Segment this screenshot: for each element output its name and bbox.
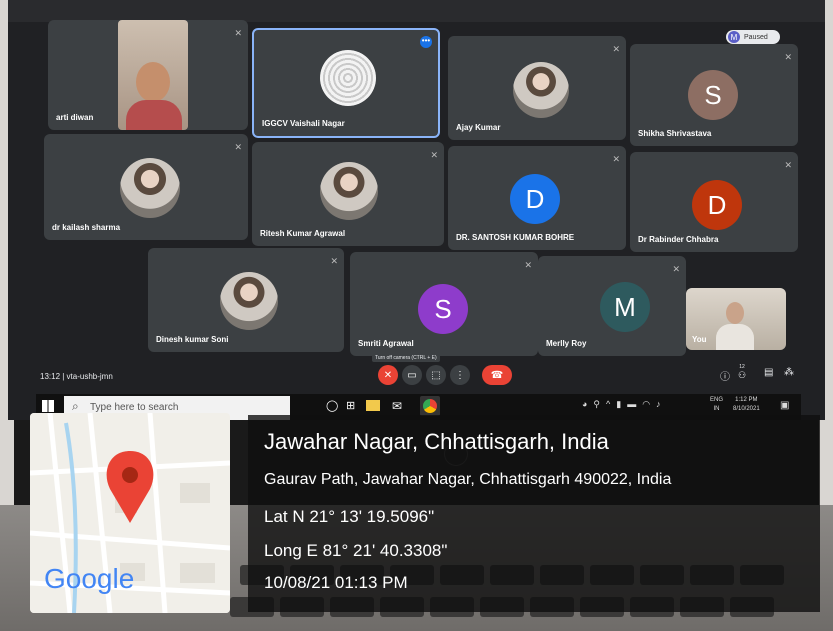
participant-tile[interactable]: Ritesh Kumar Agrawal ✕ bbox=[252, 142, 444, 246]
language-indicator[interactable]: ENG IN bbox=[710, 396, 723, 414]
info-icon[interactable]: ⓘ bbox=[720, 368, 730, 383]
participant-video bbox=[118, 20, 188, 130]
folder-icon[interactable] bbox=[366, 400, 380, 411]
participant-name: Smriti Agrawal bbox=[358, 339, 414, 348]
participant-name: Ritesh Kumar Agrawal bbox=[260, 229, 346, 238]
mic-off-icon: ✕ bbox=[430, 150, 438, 160]
mic-off-icon: ✕ bbox=[672, 264, 680, 274]
clock-time: 1:12 PM bbox=[735, 397, 758, 403]
participant-avatar: D bbox=[692, 180, 742, 230]
tooltip: Turn off camera (CTRL + E) bbox=[372, 354, 440, 362]
participant-tile[interactable]: S Shikha Shrivastava ✕ bbox=[630, 44, 798, 146]
end-call-button[interactable]: ☎ bbox=[482, 365, 512, 385]
participant-name: Shikha Shrivastava bbox=[638, 129, 712, 138]
participant-name: Dinesh kumar Soni bbox=[156, 335, 229, 344]
mic-off-icon: ✕ bbox=[784, 160, 792, 170]
mic-off-button[interactable]: ✕ bbox=[378, 365, 398, 385]
location-place: Jawahar Nagar, Chhattisgarh, India bbox=[264, 429, 609, 454]
profile-label: Paused bbox=[744, 33, 768, 41]
participant-tile[interactable]: D DR. SANTOSH KUMAR BOHRE ✕ bbox=[448, 146, 626, 250]
clock[interactable]: 1:12 PM 8/10/2021 bbox=[733, 396, 760, 414]
participant-name: DR. SANTOSH KUMAR BOHRE bbox=[456, 233, 575, 242]
widgets-icon[interactable]: ⊞ bbox=[346, 399, 355, 412]
notification-icon[interactable]: ▣ bbox=[780, 400, 789, 411]
search-icon: ⌕ bbox=[72, 399, 79, 413]
participant-tile[interactable]: Ajay Kumar ✕ bbox=[448, 36, 626, 140]
tray-icons[interactable]: ◕⚲^▮▬◠♪ bbox=[582, 399, 667, 410]
profile-avatar: M bbox=[728, 31, 740, 43]
participant-name: Dr Rabinder Chhabra bbox=[638, 235, 719, 244]
participant-name: Ajay Kumar bbox=[456, 123, 501, 132]
mic-off-icon: ✕ bbox=[234, 142, 242, 152]
more-options-icon[interactable]: ⋮ bbox=[450, 365, 470, 385]
more-options-icon[interactable]: ••• bbox=[420, 36, 432, 48]
participant-photo bbox=[513, 62, 569, 118]
participant-photo bbox=[120, 158, 180, 218]
participant-photo bbox=[220, 272, 278, 330]
location-address: Gaurav Path, Jawahar Nagar, Chhattisgarh… bbox=[264, 471, 672, 488]
mic-off-icon: ✕ bbox=[612, 154, 620, 164]
mic-off-icon: ✕ bbox=[524, 260, 532, 270]
participant-tile[interactable]: M Merlly Roy ✕ bbox=[538, 256, 686, 356]
search-placeholder: Type here to search bbox=[90, 402, 179, 413]
mail-icon[interactable]: ✉ bbox=[392, 399, 402, 413]
participant-avatar: M bbox=[600, 282, 650, 332]
participant-name: You bbox=[692, 335, 707, 344]
participant-name: Merlly Roy bbox=[546, 339, 587, 348]
geotag-info-panel: Jawahar Nagar, Chhattisgarh, India Gaura… bbox=[248, 415, 820, 612]
mic-off-icon: ✕ bbox=[784, 52, 792, 62]
capture-datetime: 10/08/21 01:13 PM bbox=[264, 573, 408, 592]
participant-name: IGGCV Vaishali Nagar bbox=[262, 119, 345, 128]
longitude: Long E 81° 21' 40.3308" bbox=[264, 541, 448, 560]
chat-icon[interactable]: ▤ bbox=[764, 367, 773, 378]
mic-off-icon: ✕ bbox=[612, 44, 620, 54]
activities-icon[interactable]: ⁂ bbox=[784, 367, 794, 378]
participant-tile[interactable]: Dinesh kumar Soni ✕ bbox=[148, 248, 344, 352]
location-map: Google bbox=[30, 413, 230, 613]
meeting-code: 13:12 | vta-ushb-jmn bbox=[40, 372, 113, 381]
language-code: ENG bbox=[710, 397, 724, 403]
participant-avatar: S bbox=[418, 284, 468, 334]
chrome-icon[interactable] bbox=[420, 396, 440, 416]
participant-avatar: D bbox=[510, 174, 560, 224]
camera-button[interactable]: ▭ bbox=[402, 365, 422, 385]
mic-off-icon: ✕ bbox=[234, 28, 242, 38]
participant-tile[interactable]: S Smriti Agrawal ✕ bbox=[350, 252, 538, 356]
participant-name: dr kailash sharma bbox=[52, 223, 121, 232]
language-region: IN bbox=[713, 406, 720, 412]
participant-tile[interactable]: IGGCV Vaishali Nagar ••• bbox=[252, 28, 440, 138]
people-icon[interactable]: 12 ⚇ bbox=[738, 364, 746, 381]
google-logo: Google bbox=[44, 563, 134, 595]
browser-toolbar bbox=[8, 0, 825, 22]
participant-tile[interactable]: D Dr Rabinder Chhabra ✕ bbox=[630, 152, 798, 252]
self-view-tile[interactable]: You bbox=[686, 288, 786, 350]
latitude: Lat N 21° 13' 19.5096" bbox=[264, 507, 435, 526]
participant-tile[interactable]: arti diwan ✕ bbox=[48, 20, 248, 130]
windows-start-icon[interactable] bbox=[42, 400, 54, 412]
clock-date: 8/10/2021 bbox=[733, 406, 760, 412]
present-button[interactable]: ⬚ bbox=[426, 365, 446, 385]
mic-off-icon: ✕ bbox=[330, 256, 338, 266]
profile-chip[interactable]: M Paused bbox=[726, 30, 780, 44]
google-logo-text: Google bbox=[44, 563, 135, 594]
participant-avatar: S bbox=[688, 70, 738, 120]
participant-name: arti diwan bbox=[56, 113, 94, 122]
participant-photo bbox=[320, 162, 378, 220]
task-view-icon[interactable]: ◯ bbox=[326, 399, 338, 412]
participant-tile[interactable]: dr kailash sharma ✕ bbox=[44, 134, 248, 240]
meet-screen: M Paused arti diwan ✕ IGGCV Vaishali Nag… bbox=[8, 0, 825, 420]
participant-logo bbox=[320, 50, 376, 106]
